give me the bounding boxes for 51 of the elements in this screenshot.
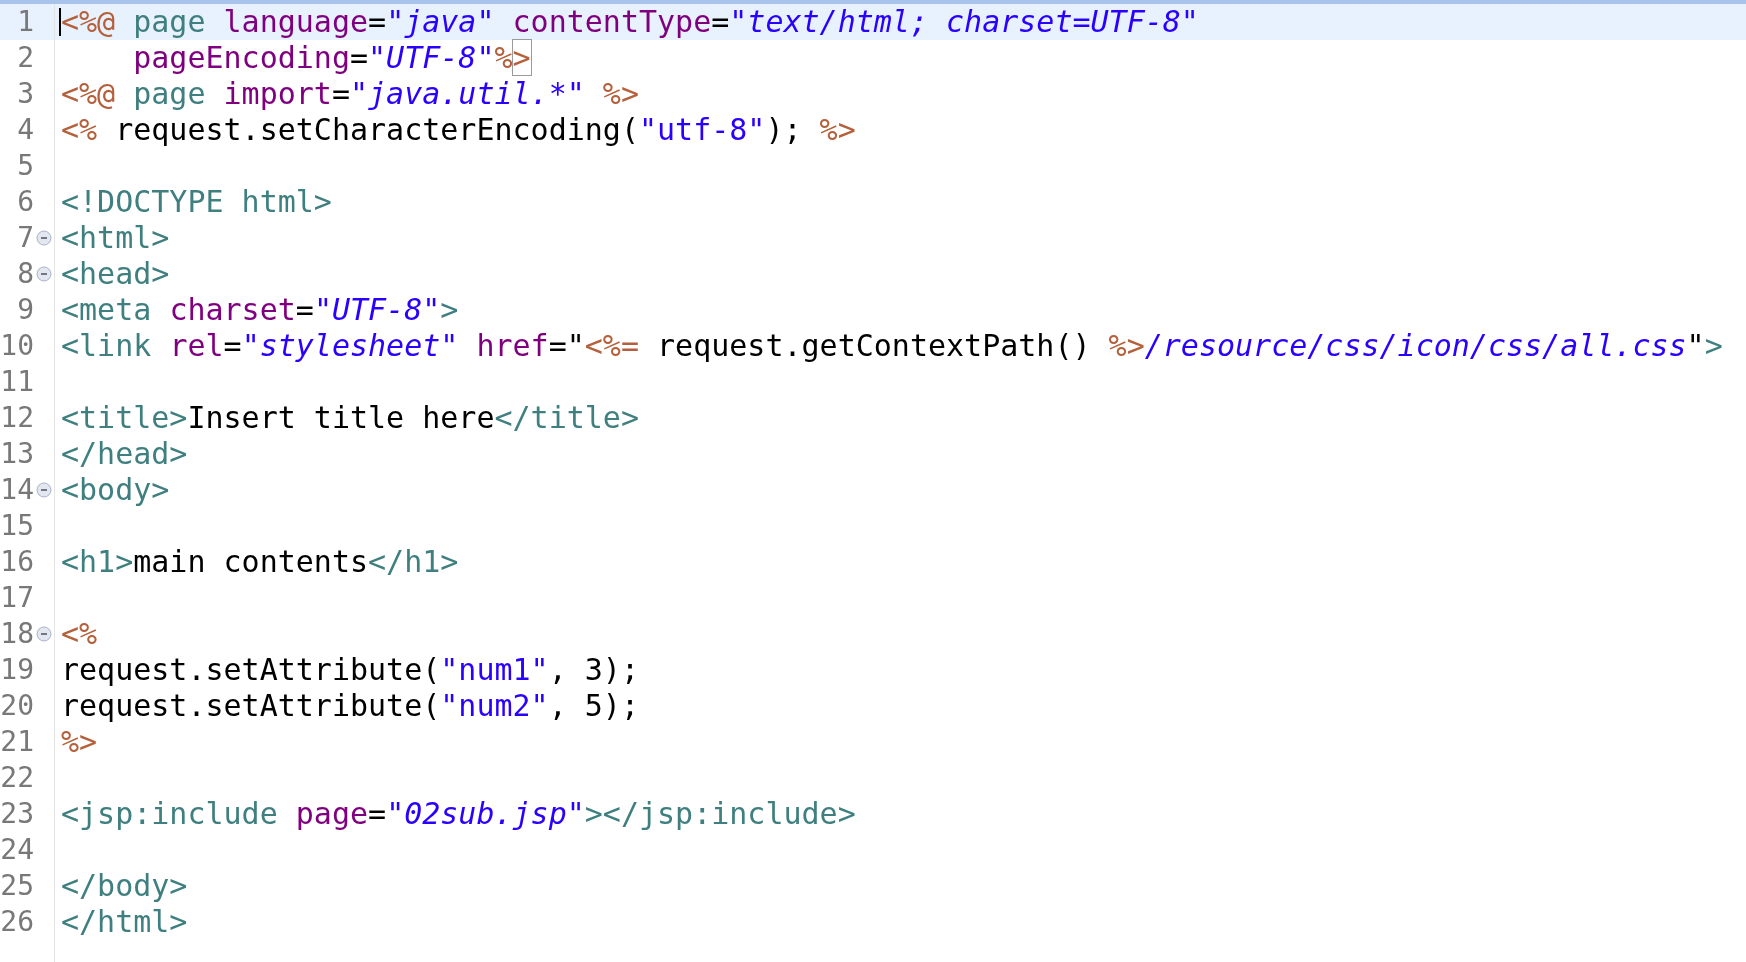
line-number: 15 — [0, 508, 34, 544]
code-line: <meta charset="UTF-8"> — [61, 292, 459, 328]
line-number: 1 — [17, 4, 34, 40]
code-line: <% request.setCharacterEncoding("utf-8"); %> — [61, 112, 856, 148]
code-line: <%@ page language="java" contentType="text/html; charset=UTF-8" — [61, 4, 1199, 40]
collapse-icon[interactable] — [36, 482, 52, 498]
collapse-icon[interactable] — [36, 230, 52, 246]
line-number: 5 — [17, 148, 34, 184]
line-number: 19 — [0, 652, 34, 688]
line-number: 3 — [17, 76, 34, 112]
code-line: pageEncoding="UTF-8"%> — [132, 40, 531, 76]
line-number: 11 — [0, 364, 34, 400]
code-line: </head> — [61, 436, 188, 472]
code-line: <!DOCTYPE html> — [61, 184, 332, 220]
line-number: 26 — [0, 904, 34, 940]
code-line: request.setAttribute("num2", 5); — [61, 688, 639, 724]
code-line: <%@ page import="java.util.*" %> — [61, 76, 639, 112]
code-line: <body> — [61, 472, 170, 508]
line-number: 25 — [0, 868, 34, 904]
line-number: 16 — [0, 544, 34, 580]
line-number: 2 — [17, 40, 34, 76]
line-number: 7 — [17, 220, 34, 256]
code-line: </html> — [61, 904, 188, 940]
line-number: 14 — [0, 472, 34, 508]
code-line: <head> — [61, 256, 170, 292]
code-line: <html> — [61, 220, 170, 256]
line-number: 22 — [0, 760, 34, 796]
line-number: 23 — [0, 796, 34, 832]
line-number: 4 — [17, 112, 34, 148]
line-number: 9 — [17, 292, 34, 328]
code-line: <jsp:include page="02sub.jsp"></jsp:include> — [61, 796, 856, 832]
code-line: <link rel="stylesheet" href="<%= request.getContextPath() %>/resource/css/icon/css/all.css"> — [61, 328, 1723, 364]
code-line: </body> — [61, 868, 188, 904]
code-line: <title>Insert title here</title> — [61, 400, 639, 436]
line-number: 18 — [0, 616, 34, 652]
collapse-icon[interactable] — [36, 266, 52, 282]
code-line: <% — [61, 616, 98, 652]
line-number: 17 — [0, 580, 34, 616]
line-number: 12 — [0, 400, 34, 436]
text-cursor — [59, 8, 61, 36]
line-number: 10 — [0, 328, 34, 364]
line-number: 21 — [0, 724, 34, 760]
line-number: 24 — [0, 832, 34, 868]
line-number: 13 — [0, 436, 34, 472]
collapse-icon[interactable] — [36, 626, 52, 642]
code-line: request.setAttribute("num1", 3); — [61, 652, 639, 688]
code-line: %> — [61, 724, 98, 760]
code-line: <h1>main contents</h1> — [61, 544, 459, 580]
line-number: 8 — [17, 256, 34, 292]
line-number: 20 — [0, 688, 34, 724]
line-number: 6 — [17, 184, 34, 220]
